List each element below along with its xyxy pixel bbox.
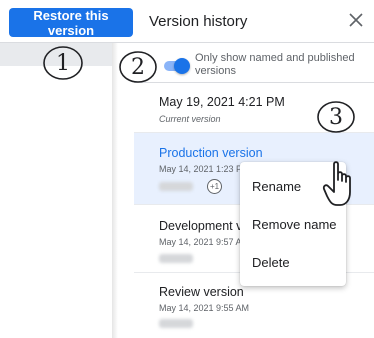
version-date: May 14, 2021 9:55 AM	[159, 303, 250, 313]
toggle-knob	[174, 58, 190, 74]
version-title: Review version	[159, 285, 244, 299]
version-title: Production version	[159, 146, 263, 160]
named-versions-toggle[interactable]	[160, 58, 190, 74]
version-subtitle: Current version	[159, 114, 221, 124]
step-2-number: 2	[131, 55, 145, 80]
version-author	[159, 182, 193, 191]
editors-badge: +1	[207, 179, 222, 194]
toggle-label: Only show named and published versions	[195, 52, 355, 77]
version-author	[159, 319, 193, 328]
version-date: May 14, 2021 1:23 PM	[159, 164, 250, 174]
menu-item-rename[interactable]: Rename	[240, 168, 346, 206]
panel-shadow	[112, 42, 118, 338]
document-toolbar-strip	[0, 42, 112, 66]
version-date: May 14, 2021 9:57 AM	[159, 237, 250, 247]
document-area	[0, 42, 112, 338]
restore-version-button[interactable]: Restore this version	[9, 8, 133, 38]
panel-title: Version history	[149, 13, 248, 30]
menu-item-delete[interactable]: Delete	[240, 244, 346, 282]
version-title: May 19, 2021 4:21 PM	[159, 95, 285, 109]
step-circle-icon	[119, 51, 157, 83]
header-divider	[0, 42, 374, 43]
version-item-current[interactable]: May 19, 2021 4:21 PM Current version	[134, 83, 374, 133]
version-author	[159, 254, 193, 263]
close-icon	[349, 13, 363, 27]
close-button[interactable]	[345, 9, 367, 31]
version-context-menu: Rename Remove name Delete	[240, 162, 346, 286]
step-2-annotation: 2	[118, 50, 158, 84]
menu-item-remove-name[interactable]: Remove name	[240, 206, 346, 244]
